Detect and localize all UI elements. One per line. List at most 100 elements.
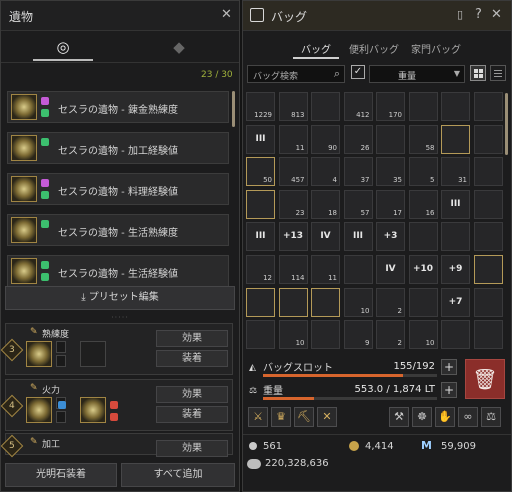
bag-slot[interactable]: [246, 189, 275, 219]
bag-slot[interactable]: 813: [278, 92, 308, 121]
bag-slot[interactable]: III: [441, 189, 470, 219]
relic-scrollbar[interactable]: [232, 91, 235, 127]
bag-slot[interactable]: 12: [246, 255, 275, 284]
expand-weight-button[interactable]: +: [441, 382, 457, 398]
bag-slot[interactable]: 23: [278, 189, 308, 219]
bag-slot[interactable]: [473, 157, 503, 187]
relic-item[interactable]: セスラの遺物 - 生活経験値: [7, 255, 229, 287]
grid-view-icon[interactable]: [470, 65, 486, 81]
bag-slot[interactable]: [441, 222, 470, 252]
bag-slot[interactable]: [311, 287, 340, 317]
crown-icon[interactable]: ♛: [271, 407, 291, 427]
bag-slot[interactable]: IV: [376, 255, 405, 284]
bag-slot[interactable]: 10: [408, 320, 438, 350]
bag-slot[interactable]: 10: [278, 320, 308, 350]
bag-slot[interactable]: +13: [278, 222, 308, 252]
sort-checkbox[interactable]: ✓: [351, 65, 365, 79]
bag-slot[interactable]: [246, 287, 275, 317]
bag-slot[interactable]: [441, 92, 470, 121]
bag-slot[interactable]: 35: [376, 157, 405, 187]
hand-icon[interactable]: ✋: [435, 407, 455, 427]
crystal-tab-icon[interactable]: ◆: [149, 35, 209, 61]
bag-slot[interactable]: [441, 124, 470, 154]
equip-button[interactable]: 装着: [156, 350, 228, 367]
list-view-icon[interactable]: [490, 65, 506, 81]
bag-slot[interactable]: 10: [343, 287, 373, 317]
gem-slot[interactable]: [56, 341, 66, 353]
bag-slot[interactable]: [441, 320, 470, 350]
bag-slot[interactable]: +10: [408, 255, 438, 284]
bag-slot[interactable]: [311, 320, 340, 350]
link-icon[interactable]: ∞: [458, 407, 478, 427]
bag-slot[interactable]: [246, 320, 275, 350]
tab-convenience-bag[interactable]: 便利バッグ: [349, 41, 399, 56]
bag-slot[interactable]: 37: [343, 157, 373, 187]
bag-slot[interactable]: 90: [311, 124, 340, 154]
crossed-tools-icon[interactable]: ✕: [317, 407, 337, 427]
bag-scrollbar[interactable]: [505, 93, 508, 155]
bag-slot[interactable]: +3: [376, 222, 405, 252]
preset-edit-button[interactable]: ⤓ プリセット編集: [5, 286, 235, 310]
bag-slot[interactable]: [311, 92, 340, 121]
bag-close-button[interactable]: ✕: [491, 7, 502, 23]
equip-button[interactable]: 装着: [156, 406, 228, 423]
bag-slot[interactable]: IV: [311, 222, 340, 252]
relic-item[interactable]: セスラの遺物 - 料理経験値: [7, 173, 229, 205]
bag-slot[interactable]: [473, 255, 503, 284]
bag-slot[interactable]: 11: [311, 255, 340, 284]
bag-slot[interactable]: [376, 124, 405, 154]
bag-slot[interactable]: 4: [311, 157, 340, 187]
bag-slot[interactable]: III: [343, 222, 373, 252]
effect-button[interactable]: 効果: [156, 330, 228, 347]
lantern-icon[interactable]: ☸: [412, 407, 432, 427]
repair-sword-icon[interactable]: ⚔: [248, 407, 268, 427]
tab-family-bag[interactable]: 家門バッグ: [411, 41, 461, 56]
pin-icon[interactable]: ▯: [457, 7, 463, 23]
bag-slot[interactable]: 2: [376, 320, 405, 350]
hammer-icon[interactable]: ⚒: [389, 407, 409, 427]
bag-slot[interactable]: 114: [278, 255, 308, 284]
lightstone-equip-button[interactable]: 光明石装着: [5, 463, 117, 487]
bag-slot[interactable]: 11: [278, 124, 308, 154]
bag-slot[interactable]: 31: [441, 157, 470, 187]
effect-button[interactable]: 効果: [156, 440, 228, 457]
bag-slot[interactable]: 50: [246, 157, 275, 187]
expand-slot-button[interactable]: +: [441, 359, 457, 375]
bag-slot[interactable]: [408, 222, 438, 252]
equipped-relic-slot[interactable]: [26, 341, 52, 367]
bag-slot[interactable]: 412: [343, 92, 373, 121]
bag-slot[interactable]: [473, 189, 503, 219]
bag-slot[interactable]: [278, 287, 308, 317]
relic-item[interactable]: セスラの遺物 - 錬金熟練度: [7, 91, 229, 123]
bag-search-field[interactable]: バッグ検索 ⌕: [247, 65, 345, 83]
effect-button[interactable]: 効果: [156, 386, 228, 403]
bag-slot[interactable]: 457: [278, 157, 308, 187]
sort-select[interactable]: 重量 ▼: [369, 65, 465, 83]
empty-relic-slot[interactable]: [80, 341, 106, 367]
relic-close-button[interactable]: ✕: [221, 7, 232, 23]
add-all-button[interactable]: すべて追加: [121, 463, 235, 487]
bag-slot[interactable]: 57: [343, 189, 373, 219]
gem-slot[interactable]: [56, 355, 66, 367]
bag-slot[interactable]: III: [246, 222, 275, 252]
bag-slot[interactable]: [343, 255, 373, 284]
bag-slot[interactable]: 1229: [246, 92, 275, 121]
bag-slot[interactable]: [473, 222, 503, 252]
bag-slot[interactable]: +9: [441, 255, 470, 284]
bag-slot[interactable]: 26: [343, 124, 373, 154]
help-icon[interactable]: ?: [475, 7, 482, 23]
gavel-icon[interactable]: ⚖: [481, 407, 501, 427]
bag-slot[interactable]: [473, 92, 503, 121]
relic-item[interactable]: セスラの遺物 - 加工経験値: [7, 132, 229, 164]
mine-icon[interactable]: ⛏: [294, 407, 314, 427]
bag-slot[interactable]: 16: [408, 189, 438, 219]
bag-slot[interactable]: [473, 124, 503, 154]
bag-slot[interactable]: 18: [311, 189, 340, 219]
relic-item[interactable]: セスラの遺物 - 生活熟練度: [7, 214, 229, 246]
bag-slot[interactable]: 2: [376, 287, 405, 317]
bag-slot[interactable]: [473, 320, 503, 350]
equipped-relic-slot[interactable]: [26, 397, 52, 423]
bag-slot[interactable]: +7: [441, 287, 470, 317]
bag-slot[interactable]: 9: [343, 320, 373, 350]
bag-slot[interactable]: [408, 92, 438, 121]
